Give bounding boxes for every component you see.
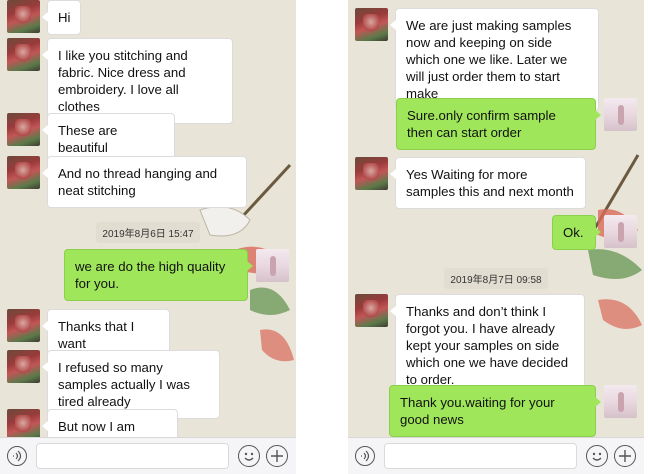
message-text: We are just making samples now and keepi… <box>406 18 572 101</box>
contact-avatar[interactable] <box>355 157 388 190</box>
message-bubble-outgoing[interactable]: we are do the high quality for you. <box>64 249 253 301</box>
message-bubble-incoming[interactable]: We are just making samples now and keepi… <box>390 8 599 111</box>
message-text: Thanks and don’t think I forgot you. I h… <box>406 304 569 387</box>
message-bubble-incoming[interactable]: Hi <box>41 0 82 35</box>
contact-avatar[interactable] <box>7 309 40 342</box>
contact-avatar[interactable] <box>355 8 388 41</box>
message-text: Yes Waiting for more samples this and ne… <box>406 167 574 199</box>
message-input[interactable] <box>384 443 577 469</box>
message-bubble-outgoing[interactable]: Sure.only confirm sample then can start … <box>396 98 601 150</box>
message-bubble-incoming[interactable]: I like you stitching and fabric. Nice dr… <box>42 38 233 124</box>
chat-panel-left: Hi I like you stitching and fabric. Nice… <box>0 0 296 474</box>
contact-avatar[interactable] <box>7 38 40 71</box>
message-bubble-incoming[interactable]: Yes Waiting for more samples this and ne… <box>390 157 586 209</box>
timestamp: 2019年8月6日 15:47 <box>0 222 296 243</box>
message-text: These are beautiful <box>58 123 118 155</box>
message-bubble-incoming[interactable]: And no thread hanging and neat stitching <box>42 156 247 208</box>
timestamp-text: 2019年8月6日 15:47 <box>96 222 200 243</box>
my-avatar[interactable] <box>256 249 289 282</box>
message-text: I like you stitching and fabric. Nice dr… <box>58 48 188 114</box>
contact-avatar[interactable] <box>7 156 40 189</box>
contact-avatar[interactable] <box>7 350 40 383</box>
message-bubble-outgoing[interactable]: Ok. <box>552 215 601 250</box>
message-text: I refused so many samples actually I was… <box>58 360 190 409</box>
voice-icon[interactable] <box>355 446 375 466</box>
chat-panel-right: We are just making samples now and keepi… <box>348 0 644 474</box>
contact-avatar[interactable] <box>7 113 40 146</box>
plus-icon[interactable] <box>614 445 636 467</box>
message-text: Thank you.waiting for your good news <box>400 395 555 427</box>
my-avatar[interactable] <box>604 385 637 418</box>
message-text: we are do the high quality for you. <box>75 259 226 291</box>
timestamp: 2019年8月7日 09:58 <box>348 268 644 289</box>
plus-icon[interactable] <box>266 445 288 467</box>
message-bubble-incoming[interactable]: Thanks and don’t think I forgot you. I h… <box>390 294 585 397</box>
message-text: Thanks that I want <box>58 319 135 351</box>
input-toolbar <box>348 437 644 474</box>
my-avatar[interactable] <box>604 98 637 131</box>
message-text: And no thread hanging and neat stitching <box>58 166 218 198</box>
timestamp-text: 2019年8月7日 09:58 <box>444 268 548 289</box>
contact-avatar[interactable] <box>7 0 40 33</box>
my-avatar[interactable] <box>604 215 637 248</box>
message-bubble-outgoing[interactable]: Thank you.waiting for your good news <box>389 385 601 437</box>
message-text: Hi <box>58 10 71 25</box>
message-text: Ok. <box>563 225 584 240</box>
message-text: Sure.only confirm sample then can start … <box>407 108 556 140</box>
emoji-icon[interactable] <box>238 445 260 467</box>
emoji-icon[interactable] <box>586 445 608 467</box>
voice-icon[interactable] <box>7 446 27 466</box>
message-input[interactable] <box>36 443 229 469</box>
contact-avatar[interactable] <box>355 294 388 327</box>
input-toolbar <box>0 437 296 474</box>
